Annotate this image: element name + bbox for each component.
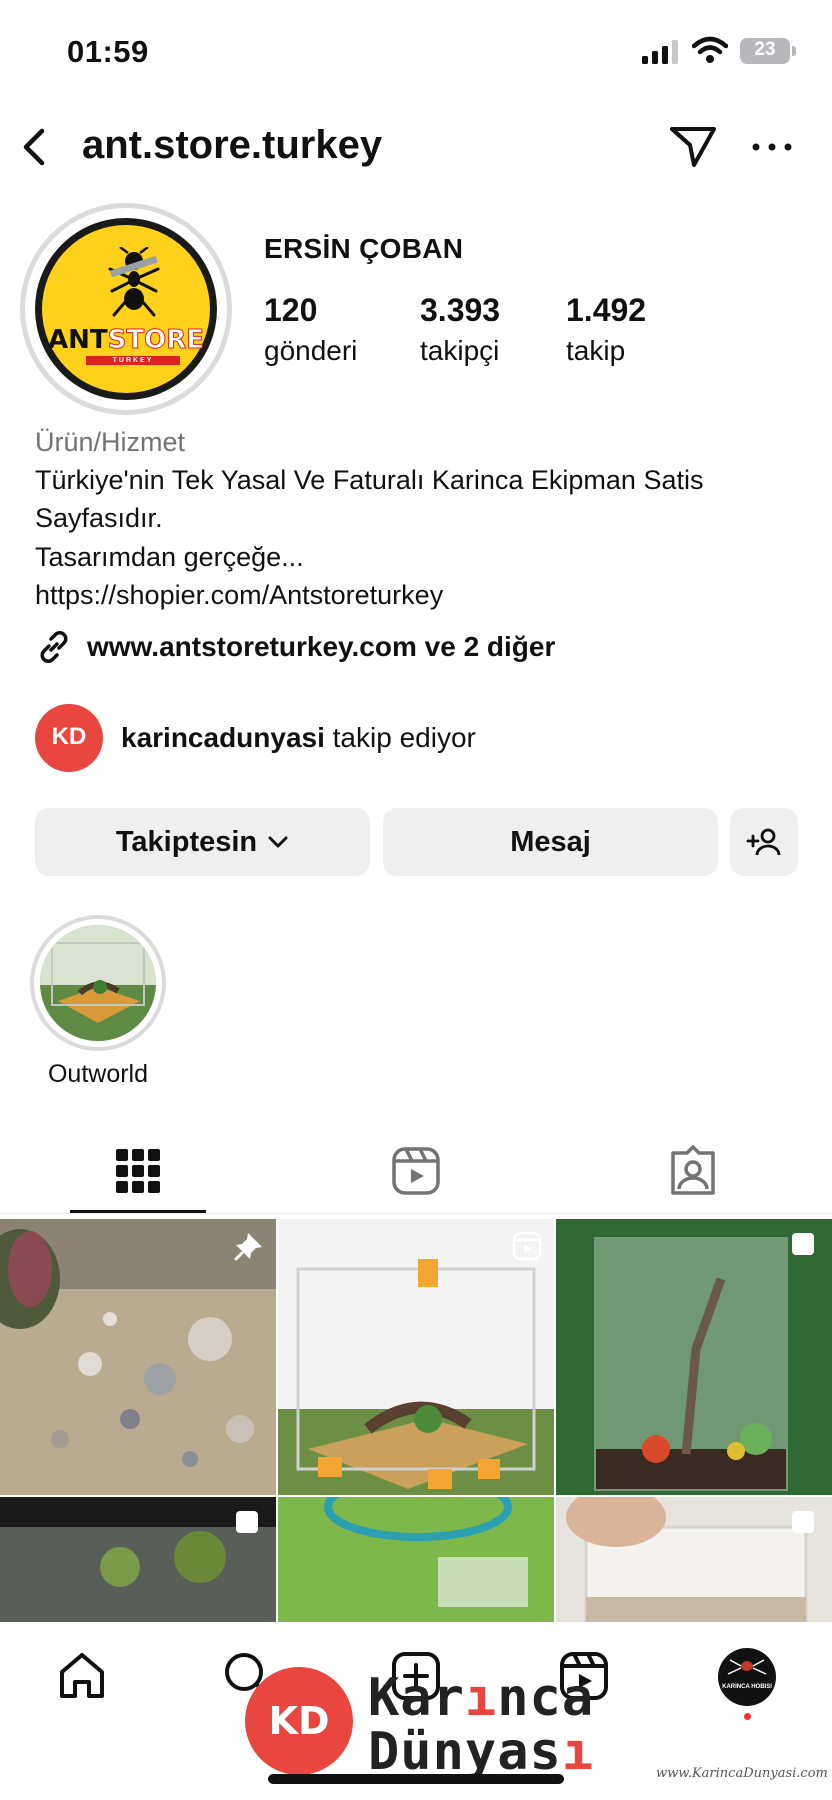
more-options-icon[interactable] [750, 140, 794, 154]
send-icon[interactable] [668, 123, 718, 169]
post-thumbnail[interactable] [278, 1497, 554, 1622]
ant-mascot-icon [108, 247, 160, 317]
grid-icon[interactable] [112, 1145, 164, 1197]
watermark-text-accent: ı [561, 1722, 595, 1782]
post-thumbnail[interactable] [278, 1219, 554, 1495]
stat-posts-value: 120 [264, 292, 318, 328]
avatar-sub: TURKEY [86, 356, 180, 365]
mutual-suffix: takip ediyor [332, 722, 476, 753]
avatar-logo: ANTSTORE TURKEY [42, 225, 210, 393]
watermark-logo: KD [245, 1667, 353, 1775]
post-thumbnail[interactable] [0, 1219, 276, 1495]
home-icon[interactable] [56, 1650, 108, 1702]
signal-icon [642, 40, 678, 64]
highlight-image [40, 925, 156, 1041]
avatar-brand-left: ANT [48, 325, 108, 355]
posts-grid [0, 1219, 832, 1622]
message-button-label: Mesaj [510, 825, 591, 858]
home-indicator [268, 1774, 564, 1784]
stat-followers-value: 3.393 [420, 292, 501, 328]
watermark-line-1: Karınca [368, 1668, 594, 1728]
watermark-url: www.KarincaDunyasi.com [656, 1766, 828, 1781]
add-person-icon [746, 828, 781, 856]
stat-followers[interactable]: 3.393 takipçi [420, 292, 500, 367]
battery-icon: 23 [740, 38, 790, 64]
watermark-text: nca [497, 1668, 595, 1728]
tab-divider [0, 1213, 832, 1214]
watermark-logo-text: KD [268, 1699, 330, 1743]
avatar-brand-right: STORE [107, 325, 204, 356]
post-thumbnail[interactable] [556, 1497, 832, 1622]
highlight-outworld[interactable] [40, 925, 156, 1041]
tagged-icon[interactable] [667, 1145, 719, 1197]
watermark-text: Dünyas [368, 1722, 562, 1782]
watermark-text: Kar [368, 1668, 465, 1728]
chevron-down-icon [268, 836, 288, 848]
mutual-name: karincadunyasi [121, 722, 325, 753]
status-time: 01:59 [67, 34, 149, 69]
stat-followers-label: takipçi [420, 335, 500, 366]
mutual-followers[interactable]: KD karincadunyasi takip ediyor [35, 704, 476, 772]
link-icon [40, 631, 68, 663]
bio-line: Türkiye'nin Tek Yasal Ve Faturalı Karinc… [35, 465, 704, 495]
stat-posts-label: gönderi [264, 335, 358, 366]
stat-following-value: 1.492 [566, 292, 647, 328]
back-icon[interactable] [14, 125, 58, 169]
wifi-icon [692, 36, 728, 63]
carousel-icon [792, 1233, 814, 1255]
pinned-icon [234, 1233, 262, 1261]
profile-username: ant.store.turkey [82, 123, 383, 167]
profile-category: Ürün/Hizmet [35, 427, 186, 457]
post-thumbnail[interactable] [556, 1219, 832, 1495]
bio-link[interactable]: https://shopier.com/Antstoreturkey [35, 580, 443, 611]
status-bar: 01:59 23 [0, 0, 832, 100]
avatar[interactable]: ANTSTORE TURKEY [35, 218, 217, 400]
avatar-brand: ANTSTORE [42, 325, 210, 356]
carousel-icon [236, 1511, 258, 1533]
following-button[interactable]: Takiptesin [35, 808, 370, 876]
stat-posts[interactable]: 120 gönderi [264, 292, 357, 367]
battery-tip [792, 46, 796, 56]
message-button[interactable]: Mesaj [383, 808, 718, 876]
post-thumbnail[interactable] [0, 1497, 276, 1622]
stat-following[interactable]: 1.492 takip [566, 292, 646, 367]
reels-icon[interactable] [390, 1145, 442, 1197]
reel-badge-icon [512, 1231, 542, 1261]
watermark-text-accent: ı [464, 1668, 498, 1728]
profile-nav-text: KARINCA HOBISI [722, 1684, 772, 1690]
carousel-icon [792, 1511, 814, 1533]
website-link-text: www.antstoreturkey.com ve 2 diğer [87, 631, 556, 662]
bio-line: Sayfasıdır. [35, 503, 163, 533]
mutual-avatar-text: KD [51, 723, 87, 750]
website-link[interactable]: www.antstoreturkey.com ve 2 diğer [35, 627, 555, 667]
watermark-line-2: Dünyası [368, 1722, 594, 1782]
stat-following-label: takip [566, 335, 626, 366]
post-image [278, 1497, 554, 1622]
notification-dot [744, 1713, 751, 1720]
highlight-label: Outworld [47, 1060, 149, 1088]
following-button-label: Takiptesin [115, 825, 258, 858]
mutual-avatar: KD [35, 704, 103, 772]
mutual-text: karincadunyasi takip ediyor [121, 722, 476, 754]
suggest-people-button[interactable] [730, 808, 798, 876]
display-name: ERSİN ÇOBAN [264, 233, 464, 264]
bio-line: Tasarımdan gerçeğe... [35, 542, 304, 572]
profile-nav-avatar[interactable]: KARINCA HOBISI [718, 1648, 776, 1706]
battery-level: 23 [754, 39, 776, 60]
